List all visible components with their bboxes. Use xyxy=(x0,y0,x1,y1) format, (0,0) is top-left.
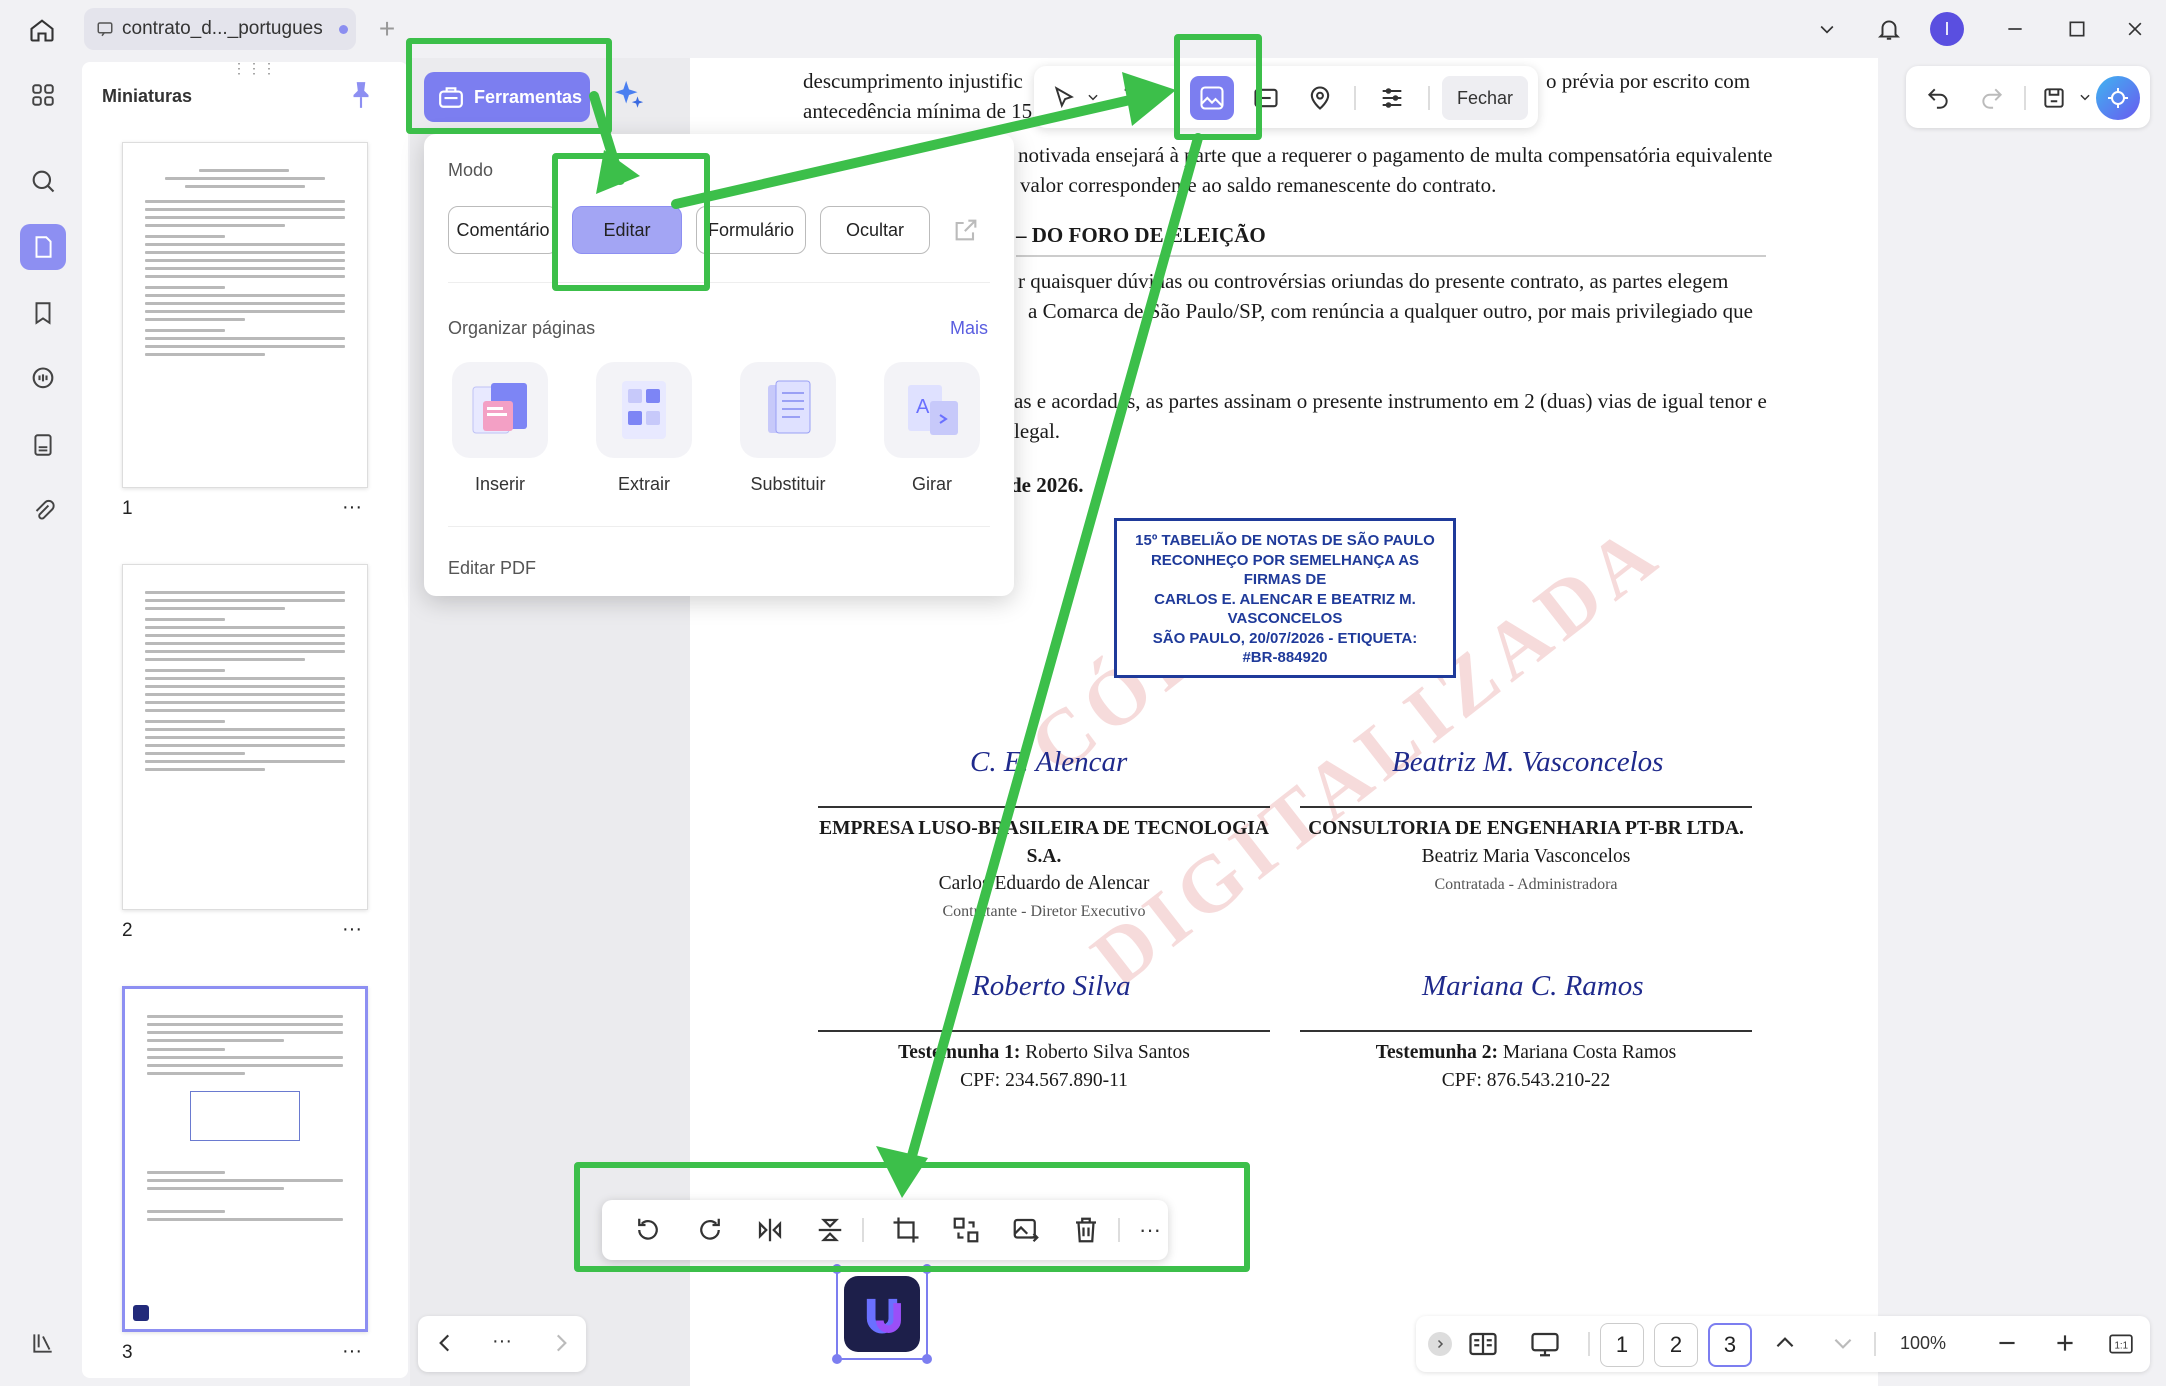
annotation-arrows xyxy=(589,72,1203,1198)
